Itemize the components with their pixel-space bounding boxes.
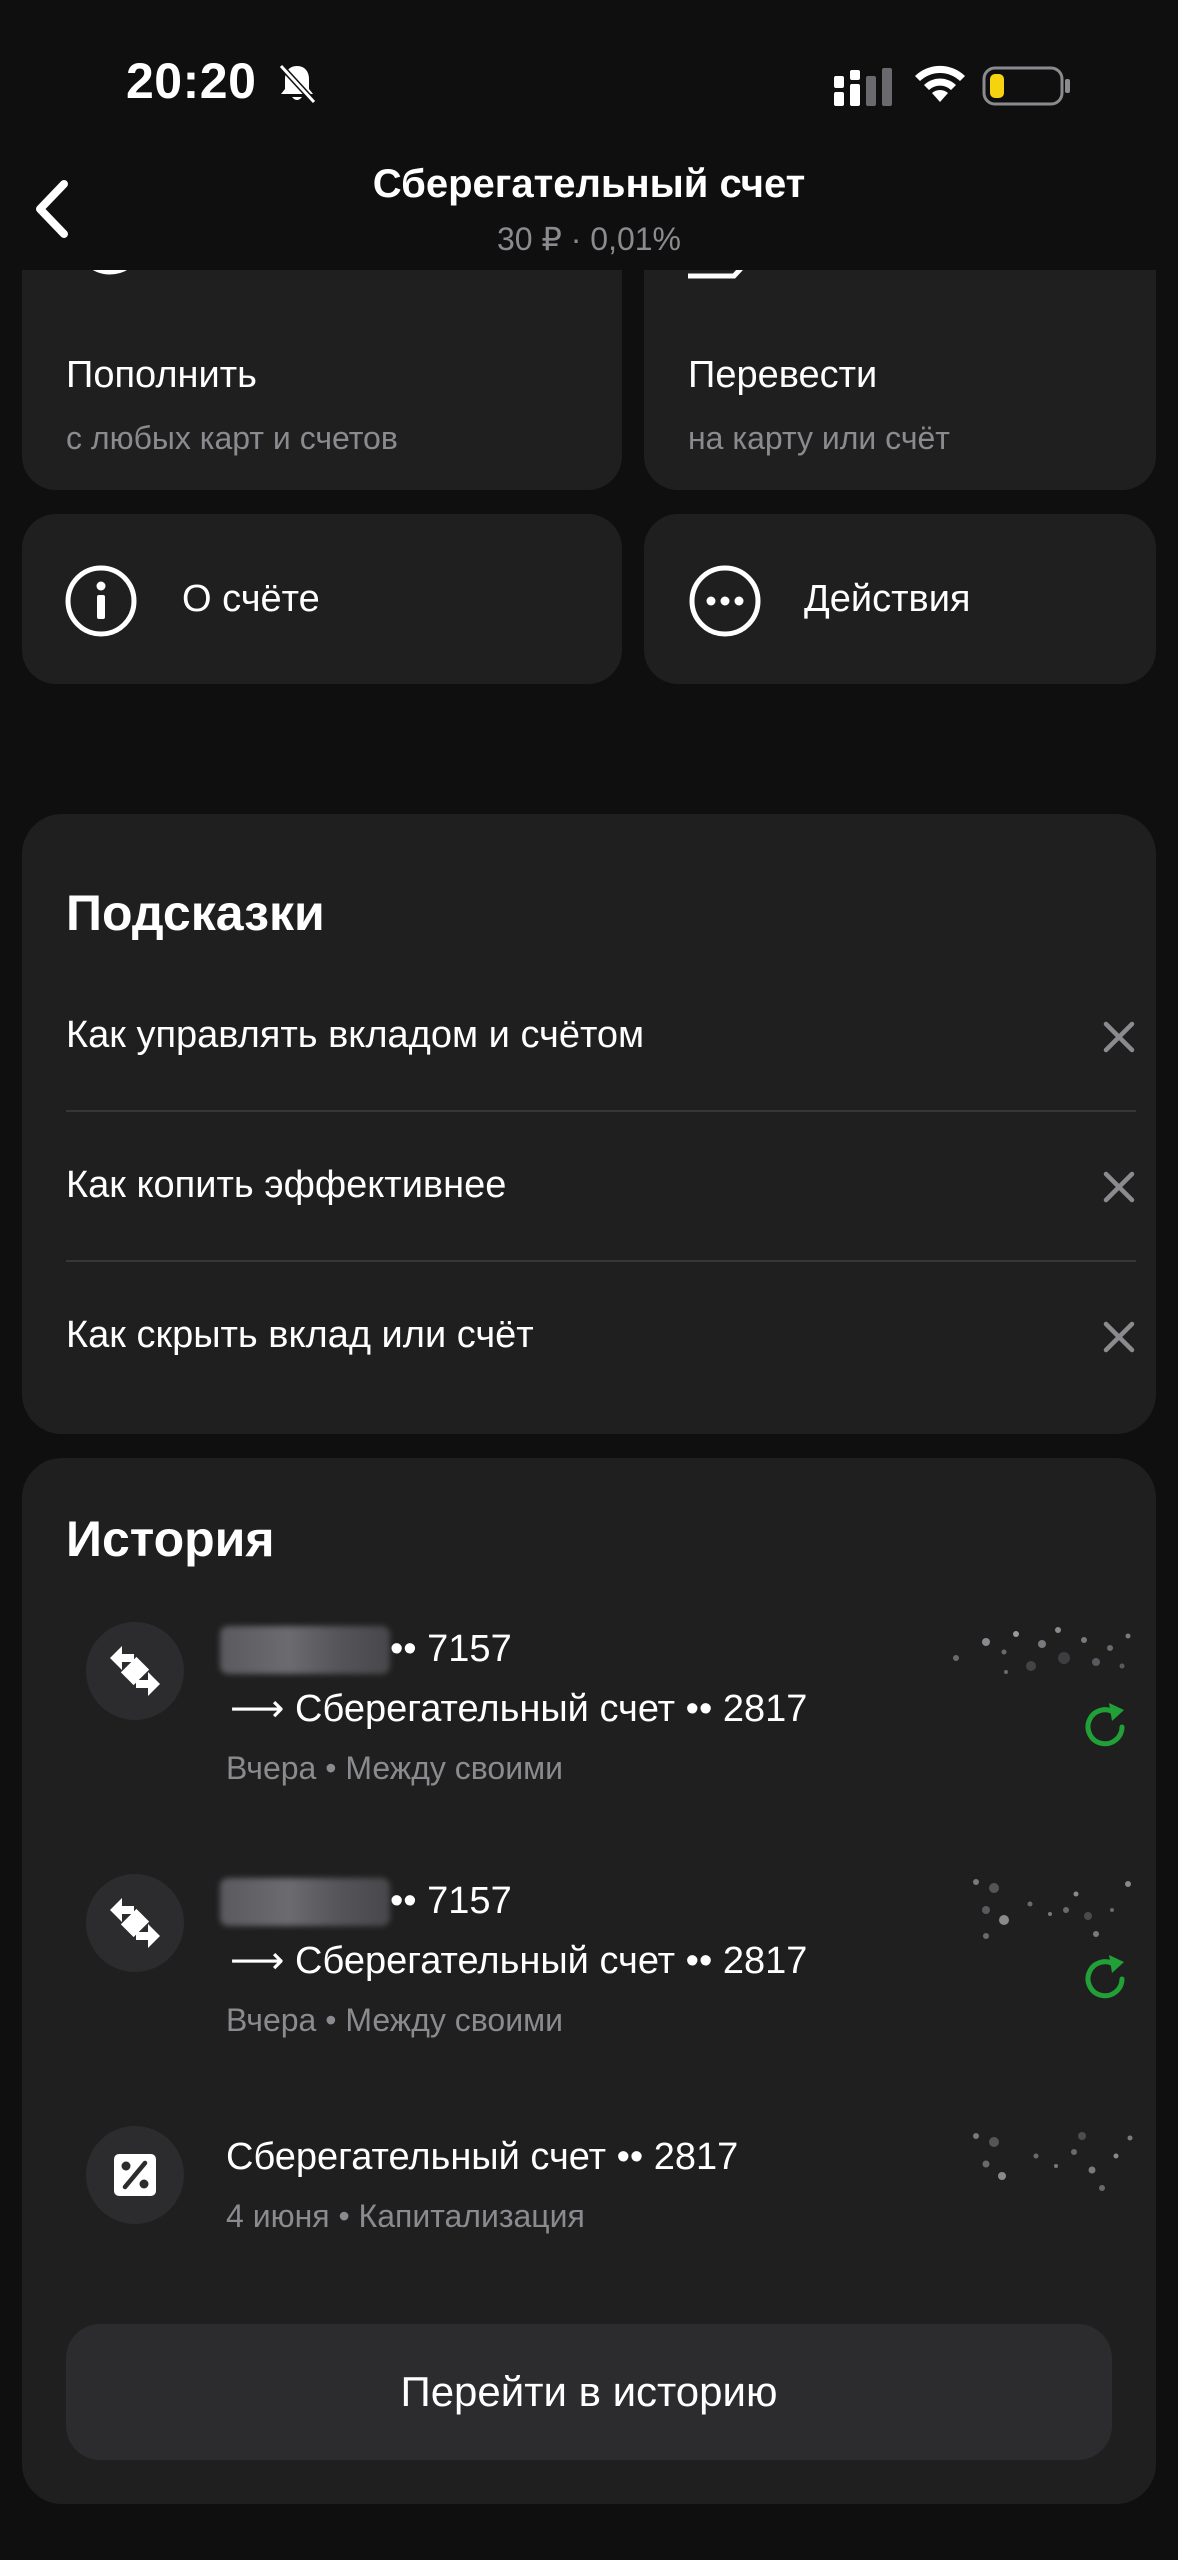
history-transaction[interactable]: Сберегательный счет •• 2817 4 июня • Кап… — [66, 2126, 1136, 2256]
top-up-subtitle: с любых карт и счетов — [66, 420, 398, 456]
sender-account: •• 7157 — [390, 1628, 512, 1670]
interest-avatar — [86, 2126, 184, 2224]
hidden-amount-icon — [973, 1879, 1131, 1939]
transfer-title: Перевести — [688, 354, 878, 396]
wifi-icon — [915, 65, 965, 102]
hint-item[interactable]: Как скрыть вклад или счёт — [66, 1266, 1136, 1416]
transfer-subtitle: на карту или счёт — [688, 420, 950, 456]
hints-title: Подсказки — [66, 885, 325, 941]
more-dots-icon — [689, 565, 761, 637]
transaction-meta: Вчера • Между своими — [226, 2002, 563, 2038]
hidden-sender-name — [220, 1626, 390, 1674]
hint-label: Как управлять вкладом и счётом — [66, 1014, 645, 1056]
divider — [66, 1110, 1136, 1112]
about-account-label: О счёте — [182, 578, 320, 620]
close-icon[interactable] — [1102, 1020, 1136, 1054]
info-circle-icon — [65, 565, 137, 637]
transfer-avatar — [86, 1622, 184, 1720]
top-up-title: Пополнить — [66, 354, 257, 396]
page-title: Сберегательный счет — [372, 162, 806, 206]
balance-rate: 30 ₽ · 0,01% — [496, 221, 681, 257]
more-actions-tile[interactable]: Действия — [644, 514, 1156, 684]
hint-item[interactable]: Как управлять вкладом и счётом — [66, 966, 1136, 1116]
battery-low-icon — [982, 66, 1070, 106]
recipient-account: ⟶ Сберегательный счет •• 2817 — [230, 1940, 808, 1982]
history-title: История — [66, 1511, 275, 1567]
repeat-icon[interactable] — [1078, 1700, 1132, 1754]
history-transaction[interactable]: •• 7157 ⟶ Сберегательный счет •• 2817 Вч… — [66, 1622, 1136, 1822]
divider — [66, 1260, 1136, 1262]
history-transaction[interactable]: •• 7157 ⟶ Сберегательный счет •• 2817 Вч… — [66, 1874, 1136, 2074]
status-time: 20:20 — [126, 53, 257, 109]
transaction-meta: Вчера • Между своими — [226, 1750, 563, 1786]
go-to-history-button[interactable]: Перейти в историю — [66, 2324, 1112, 2460]
more-actions-label: Действия — [804, 578, 971, 620]
bell-muted-icon — [278, 63, 317, 105]
nav-header: Сберегательный счет 30 ₽ · 0,01% — [0, 150, 1178, 270]
history-card: История •• 7157 ⟶ Сберегательный счет ••… — [22, 1458, 1156, 2504]
swap-arrows-icon — [110, 1646, 160, 1696]
cellular-signal-icon — [834, 68, 892, 106]
sender-account: •• 7157 — [390, 1880, 512, 1922]
close-icon[interactable] — [1102, 1170, 1136, 1204]
hint-item[interactable]: Как копить эффективнее — [66, 1116, 1136, 1266]
hidden-amount-icon — [973, 2132, 1133, 2191]
close-icon[interactable] — [1102, 1320, 1136, 1354]
recipient-account: ⟶ Сберегательный счет •• 2817 — [230, 1688, 808, 1730]
swap-arrows-icon — [110, 1898, 160, 1948]
hidden-sender-name — [220, 1878, 390, 1926]
hint-label: Как скрыть вклад или счёт — [66, 1314, 534, 1356]
repeat-icon[interactable] — [1078, 1952, 1132, 2006]
hint-label: Как копить эффективнее — [66, 1164, 507, 1206]
about-account-tile[interactable]: О счёте — [22, 514, 622, 684]
hidden-amount-icon — [953, 1627, 1131, 1674]
account-title: Сберегательный счет •• 2817 — [226, 2136, 739, 2178]
hints-card: Подсказки Как управлять вкладом и счётом… — [22, 814, 1156, 1434]
transfer-avatar — [86, 1874, 184, 1972]
status-bar: 20:20 — [0, 0, 1178, 150]
transaction-meta: 4 июня • Капитализация — [226, 2198, 585, 2234]
percent-icon — [114, 2154, 156, 2196]
